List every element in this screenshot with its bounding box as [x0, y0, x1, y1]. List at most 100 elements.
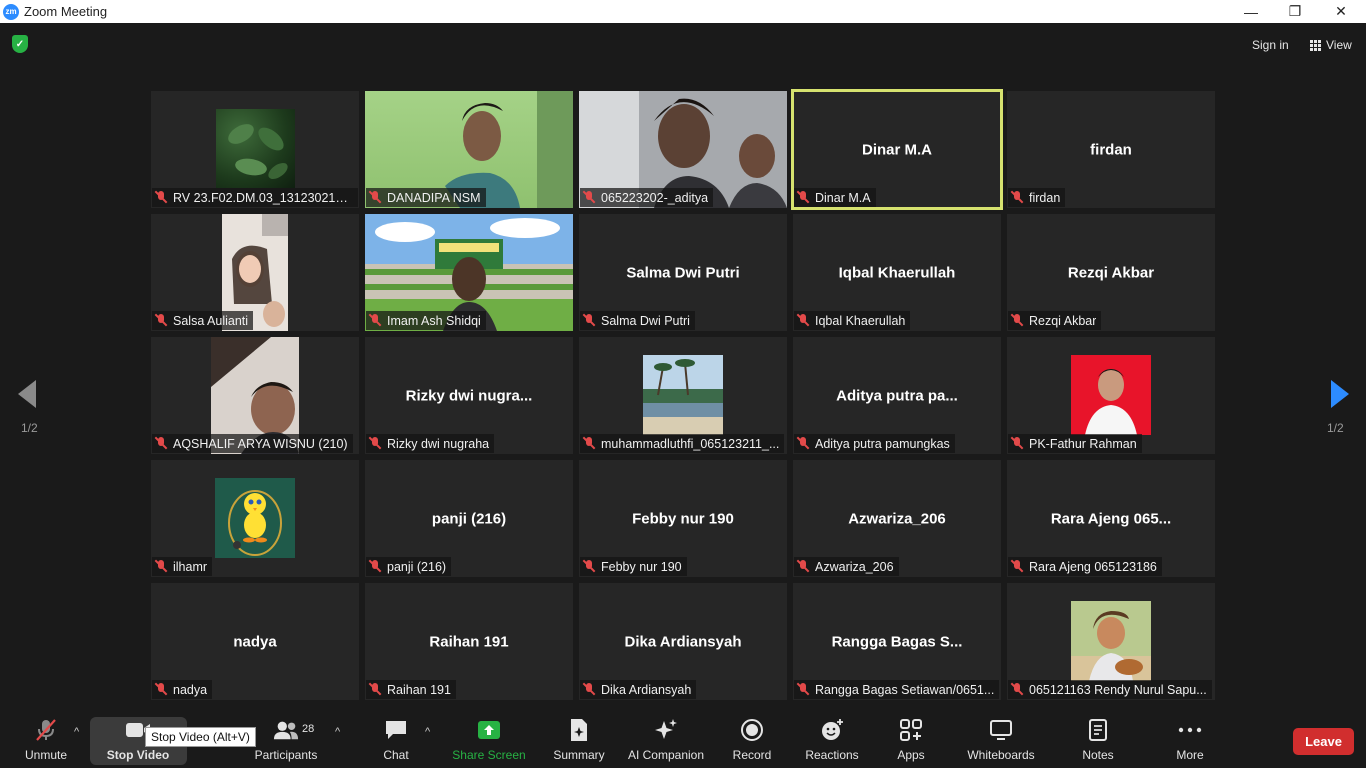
muted-mic-icon [369, 191, 381, 204]
summary-button[interactable]: Summary [550, 712, 608, 768]
participant-display-name: Raihan 191 [429, 633, 509, 650]
participants-icon [273, 718, 299, 742]
participant-tile[interactable]: muhammadluthfi_065123211_... [579, 337, 787, 454]
whiteboards-label: Whiteboards [967, 748, 1035, 762]
apps-icon [898, 718, 924, 742]
participant-name-label: Salsa Aulianti [152, 311, 254, 330]
participant-tile[interactable]: ilhamr [151, 460, 359, 577]
participant-name-label: muhammadluthfi_065123211_... [580, 434, 785, 453]
participant-name-label: Rizky dwi nugraha [366, 434, 495, 453]
participant-display-name: Dika Ardiansyah [624, 633, 742, 650]
reactions-button[interactable]: Reactions [802, 712, 862, 768]
encryption-shield-icon[interactable]: ✓ [12, 35, 28, 53]
participant-tile[interactable]: firdan firdan [1007, 91, 1215, 208]
muted-mic-icon [155, 560, 167, 573]
participant-tile[interactable]: AQSHALIF ARYA WISNU (210) [151, 337, 359, 454]
participant-display-name: panji (216) [431, 510, 507, 527]
minimize-button[interactable]: — [1228, 0, 1274, 23]
summary-label: Summary [553, 748, 605, 762]
participant-tile[interactable]: Rizky dwi nugra... Rizky dwi nugraha [365, 337, 573, 454]
page-indicator-right: 1/2 [1327, 421, 1344, 435]
participant-name-label: panji (216) [366, 557, 452, 576]
record-icon [739, 718, 765, 742]
microphone-muted-icon [33, 718, 59, 742]
muted-mic-icon [1011, 191, 1023, 204]
share-screen-button[interactable]: Share Screen [452, 712, 526, 768]
muted-mic-icon [583, 560, 595, 573]
participant-tile[interactable]: Rezqi Akbar Rezqi Akbar [1007, 214, 1215, 331]
participant-name-label: ilhamr [152, 557, 213, 576]
participant-name-label: Rezqi Akbar [1008, 311, 1102, 330]
maximize-button[interactable]: ❐ [1272, 0, 1318, 23]
participant-name-label: Salma Dwi Putri [580, 311, 695, 330]
participant-tile[interactable]: 065223202-_aditya [579, 91, 787, 208]
muted-mic-icon [155, 683, 167, 696]
participant-tile[interactable]: Febby nur 190 Febby nur 190 [579, 460, 787, 577]
participant-display-name: Salma Dwi Putri [626, 264, 740, 281]
unmute-button[interactable]: Unmute [22, 712, 70, 768]
participant-display-name: Iqbal Khaerullah [838, 264, 956, 281]
next-page-arrow-icon[interactable] [1329, 380, 1349, 408]
participant-tile[interactable]: Rangga Bagas S... Rangga Bagas Setiawan/… [793, 583, 1001, 700]
participant-tile[interactable]: Salsa Aulianti [151, 214, 359, 331]
more-button[interactable]: More [1170, 712, 1210, 768]
reactions-label: Reactions [805, 748, 859, 762]
page-indicator-left: 1/2 [21, 421, 38, 435]
muted-mic-icon [797, 560, 809, 573]
participant-name-label: PK-Fathur Rahman [1008, 434, 1142, 453]
participant-display-name: nadya [233, 633, 277, 650]
participant-name-label: Febby nur 190 [580, 557, 687, 576]
participants-button[interactable]: Participants [250, 712, 322, 768]
participant-tile[interactable]: nadya nadya [151, 583, 359, 700]
participant-display-name: Rezqi Akbar [1067, 264, 1155, 281]
participant-tile[interactable]: PK-Fathur Rahman [1007, 337, 1215, 454]
chat-options-caret-icon[interactable]: ^ [425, 726, 430, 738]
participant-tile[interactable]: Dika Ardiansyah Dika Ardiansyah [579, 583, 787, 700]
muted-mic-icon [583, 314, 595, 327]
participant-tile[interactable]: Azwariza_206 Azwariza_206 [793, 460, 1001, 577]
participant-tile[interactable]: Salma Dwi Putri Salma Dwi Putri [579, 214, 787, 331]
participant-display-name: Aditya putra pa... [836, 387, 958, 404]
muted-mic-icon [583, 683, 595, 696]
participant-tile[interactable]: DANADIPA NSM [365, 91, 573, 208]
leave-button[interactable]: Leave [1293, 728, 1354, 755]
participant-tile[interactable]: Rara Ajeng 065... Rara Ajeng 065123186 [1007, 460, 1215, 577]
participant-tile[interactable]: panji (216) panji (216) [365, 460, 573, 577]
audio-options-caret-icon[interactable]: ^ [74, 726, 79, 738]
participants-label: Participants [254, 748, 318, 762]
muted-mic-icon [369, 437, 381, 450]
share-screen-icon [476, 718, 502, 742]
participant-name-label: AQSHALIF ARYA WISNU (210) [152, 434, 353, 453]
more-label: More [1176, 748, 1204, 762]
stop-video-label: Stop Video [106, 748, 170, 762]
participant-tile-active-speaker[interactable]: Dinar M.A Dinar M.A [791, 89, 1003, 210]
participant-tile[interactable]: Iqbal Khaerullah Iqbal Khaerullah [793, 214, 1001, 331]
previous-page-arrow-icon[interactable] [18, 380, 38, 408]
participant-avatar [216, 109, 295, 188]
participant-tile[interactable]: 065121163 Rendy Nurul Sapu... [1007, 583, 1215, 700]
view-button-label: View [1326, 38, 1352, 52]
close-window-button[interactable]: ✕ [1318, 0, 1364, 23]
muted-mic-icon [1011, 314, 1023, 327]
participant-tile[interactable]: Imam Ash Shidqi [365, 214, 573, 331]
participant-avatar [1071, 601, 1151, 681]
notes-button[interactable]: Notes [1078, 712, 1118, 768]
participant-name-label: 065223202-_aditya [580, 188, 714, 207]
apps-button[interactable]: Apps [892, 712, 930, 768]
participant-avatar [643, 355, 723, 435]
sign-in-button[interactable]: Sign in [1243, 33, 1298, 57]
record-button[interactable]: Record [730, 712, 774, 768]
view-button[interactable]: View [1302, 33, 1360, 57]
whiteboards-button[interactable]: Whiteboards [962, 712, 1040, 768]
participant-tile[interactable]: Aditya putra pa... Aditya putra pamungka… [793, 337, 1001, 454]
summary-document-icon [566, 718, 592, 742]
ai-companion-button[interactable]: AI Companion [624, 712, 708, 768]
participants-options-caret-icon[interactable]: ^ [335, 726, 340, 738]
chat-button[interactable]: Chat [376, 712, 416, 768]
participant-tile[interactable]: Raihan 191 Raihan 191 [365, 583, 573, 700]
participant-tile[interactable]: RV 23.F02.DM.03_1312302143... [151, 91, 359, 208]
muted-mic-icon [797, 437, 809, 450]
muted-mic-icon [369, 683, 381, 696]
window-title: Zoom Meeting [24, 4, 108, 19]
chat-label: Chat [383, 748, 409, 762]
